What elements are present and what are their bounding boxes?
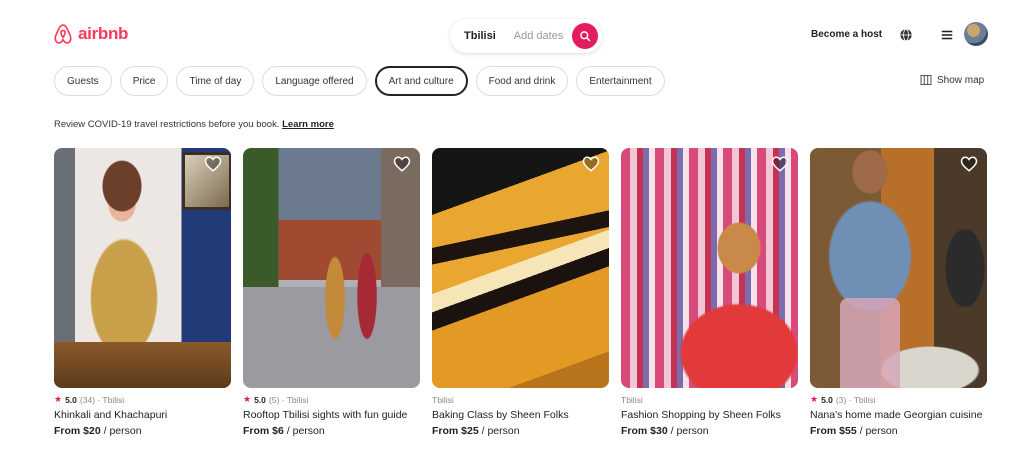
card-price: From $20 / person [54, 425, 231, 437]
notice-text: Review COVID-19 travel restrictions befo… [54, 119, 280, 130]
star-icon: ★ [54, 394, 63, 404]
card-title[interactable]: Fashion Shopping by Sheen Folks [621, 409, 798, 422]
top-nav: airbnb Tbilisi Add dates Become a host [0, 0, 1017, 64]
show-map-label: Show map [937, 74, 985, 86]
card-title[interactable]: Nana's home made Georgian cuisine [810, 409, 987, 422]
logo-text: airbnb [78, 24, 129, 43]
card-meta: Tbilisi [621, 394, 798, 405]
filter-guests[interactable]: Guests [54, 66, 112, 96]
experience-card[interactable]: ★ 5.0 (5) · Tbilisi Rooftop Tbilisi sigh… [243, 148, 420, 437]
heart-icon[interactable] [204, 155, 222, 173]
experience-card[interactable]: ★ 5.0 (3) · Tbilisi Nana's home made Geo… [810, 148, 987, 437]
filter-entertainment[interactable]: Entertainment [576, 66, 665, 96]
card-location: (34) · Tbilisi [79, 394, 125, 405]
card-title[interactable]: Rooftop Tbilisi sights with fun guide [243, 409, 420, 422]
card-location: (5) · Tbilisi [268, 394, 309, 405]
star-icon: ★ [810, 394, 819, 404]
experience-photo[interactable] [432, 148, 609, 388]
globe-icon[interactable] [899, 28, 913, 42]
price-amount: From $30 [621, 425, 668, 437]
experience-card[interactable]: Tbilisi Baking Class by Sheen Folks From… [432, 148, 609, 437]
user-menu-button[interactable] [932, 20, 990, 50]
card-meta: ★ 5.0 (3) · Tbilisi [810, 394, 987, 405]
experience-grid: ★ 5.0 (34) · Tbilisi Khinkali and Khacha… [54, 148, 987, 437]
card-location: Tbilisi [432, 394, 454, 405]
star-icon: ★ [243, 394, 252, 404]
card-price: From $25 / person [432, 425, 609, 437]
filter-art-and-culture[interactable]: Art and culture [374, 66, 468, 96]
filter-food-and-drink[interactable]: Food and drink [475, 66, 569, 96]
price-unit: / person [100, 425, 142, 437]
heart-icon[interactable] [393, 155, 411, 173]
experience-photo[interactable] [243, 148, 420, 388]
experience-photo[interactable] [621, 148, 798, 388]
price-unit: / person [667, 425, 709, 437]
filter-time-of-day[interactable]: Time of day [176, 66, 255, 96]
map-icon [920, 75, 932, 85]
experience-photo[interactable] [810, 148, 987, 388]
card-rating: 5.0 [65, 394, 77, 405]
card-rating: 5.0 [821, 394, 833, 405]
search-location[interactable]: Tbilisi [464, 30, 496, 42]
price-amount: From $20 [54, 425, 101, 437]
heart-icon[interactable] [582, 155, 600, 173]
learn-more-link[interactable]: Learn more [282, 119, 334, 130]
price-amount: From $55 [810, 425, 857, 437]
card-price: From $55 / person [810, 425, 987, 437]
heart-icon[interactable] [960, 155, 978, 173]
price-unit: / person [283, 425, 325, 437]
price-unit: / person [478, 425, 520, 437]
avatar [964, 22, 988, 46]
show-map-button[interactable]: Show map [920, 74, 984, 86]
search-bar[interactable]: Tbilisi Add dates [450, 19, 602, 53]
price-amount: From $6 [243, 425, 284, 437]
experience-card[interactable]: ★ 5.0 (34) · Tbilisi Khinkali and Khacha… [54, 148, 231, 437]
search-dates[interactable]: Add dates [514, 30, 564, 42]
filter-price[interactable]: Price [119, 66, 169, 96]
filter-language[interactable]: Language offered [262, 66, 367, 96]
price-amount: From $25 [432, 425, 479, 437]
card-meta: Tbilisi [432, 394, 609, 405]
covid-notice: Review COVID-19 travel restrictions befo… [54, 119, 334, 130]
airbnb-logo-icon [54, 24, 72, 44]
card-price: From $6 / person [243, 425, 420, 437]
card-meta: ★ 5.0 (34) · Tbilisi [54, 394, 231, 405]
card-title[interactable]: Baking Class by Sheen Folks [432, 409, 609, 422]
experience-photo[interactable] [54, 148, 231, 388]
search-button[interactable] [572, 23, 598, 49]
search-icon [580, 31, 591, 42]
card-price: From $30 / person [621, 425, 798, 437]
card-location: (3) · Tbilisi [835, 394, 876, 405]
become-host-link[interactable]: Become a host [811, 29, 882, 40]
menu-icon [941, 30, 953, 40]
card-location: Tbilisi [621, 394, 643, 405]
card-title[interactable]: Khinkali and Khachapuri [54, 409, 231, 422]
heart-icon[interactable] [771, 155, 789, 173]
airbnb-logo[interactable]: airbnb [52, 22, 128, 46]
card-meta: ★ 5.0 (5) · Tbilisi [243, 394, 420, 405]
card-rating: 5.0 [254, 394, 266, 405]
experience-card[interactable]: Tbilisi Fashion Shopping by Sheen Folks … [621, 148, 798, 437]
filter-bar: Guests Price Time of day Language offere… [54, 66, 665, 96]
price-unit: / person [856, 425, 898, 437]
